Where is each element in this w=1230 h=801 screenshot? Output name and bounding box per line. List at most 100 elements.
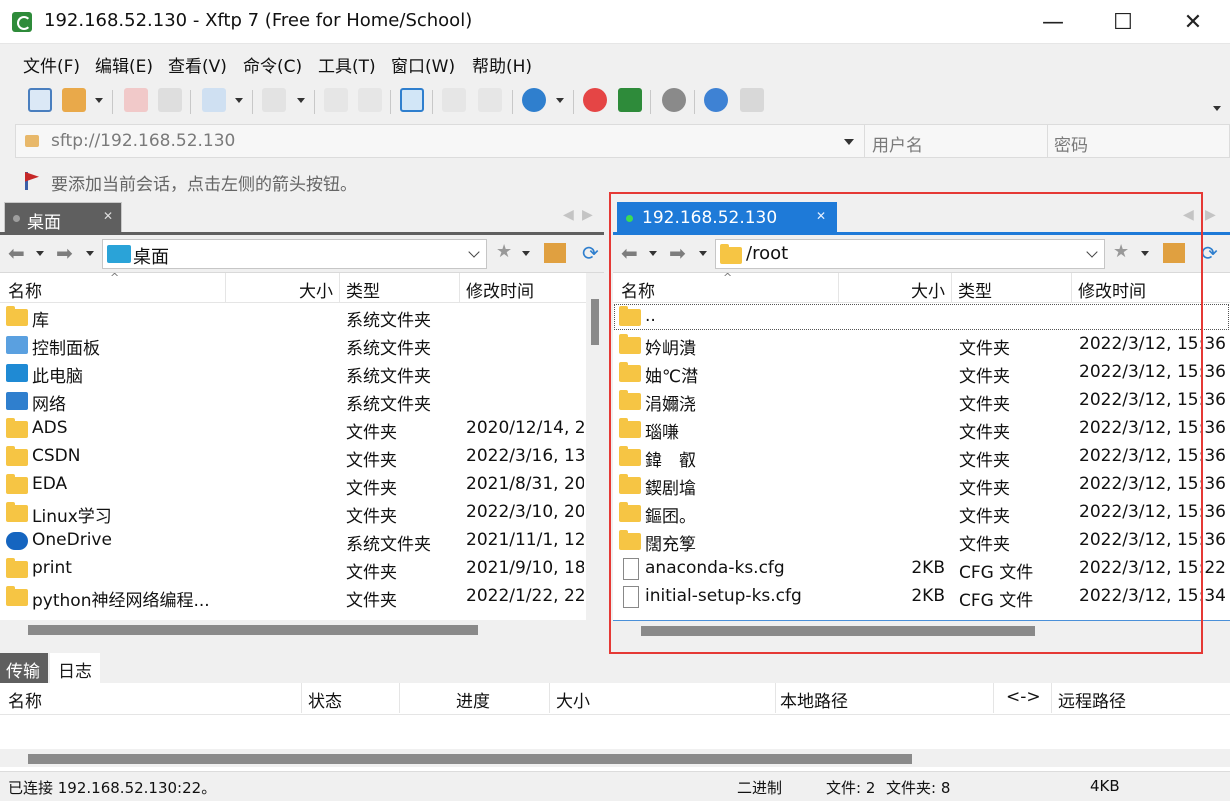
col-type[interactable]: 类型 <box>952 273 1072 303</box>
tab-next-icon[interactable]: ▶ <box>1205 207 1216 223</box>
col-modified[interactable]: 修改时间 <box>1072 273 1230 303</box>
chevron-down-icon[interactable] <box>1086 246 1098 258</box>
chevron-down-icon[interactable] <box>235 98 243 103</box>
local-hscrollbar[interactable] <box>0 620 604 638</box>
local-hscroll-thumb[interactable] <box>28 625 478 635</box>
col-local-path[interactable]: 本地路径 <box>776 683 994 713</box>
col-remote-path[interactable]: 远程路径 <box>1052 683 1230 713</box>
file-row[interactable]: 妗岄潰 文件夹 2022/3/12, 15:36 <box>613 331 1230 359</box>
chevron-down-icon[interactable] <box>86 251 94 256</box>
home-icon[interactable] <box>1163 243 1185 263</box>
xftp-icon[interactable] <box>618 88 642 112</box>
file-row[interactable]: 涓嬭浇 文件夹 2022/3/12, 15:36 <box>613 387 1230 415</box>
new-session-icon[interactable] <box>28 88 52 112</box>
chevron-down-icon[interactable] <box>649 251 657 256</box>
menu-file[interactable]: 文件(F) <box>23 52 80 77</box>
toolbar-overflow-icon[interactable] <box>1213 106 1221 111</box>
menu-tools[interactable]: 工具(T) <box>318 52 376 77</box>
tab-next-icon[interactable]: ▶ <box>582 207 593 223</box>
forward-icon[interactable]: ➡ <box>669 241 686 265</box>
comment-icon[interactable] <box>740 88 764 112</box>
transfer-hscrollbar[interactable] <box>0 749 1230 767</box>
col-size[interactable]: 大小 <box>839 273 952 303</box>
tab-prev-icon[interactable]: ◀ <box>1183 207 1194 223</box>
local-vscroll-thumb[interactable] <box>591 299 599 345</box>
col-direction[interactable]: <-> <box>994 683 1052 713</box>
file-row[interactable]: ADS 文件夹 2020/12/14, 2 <box>0 415 586 443</box>
terminal-icon[interactable] <box>262 88 286 112</box>
gear-icon[interactable] <box>662 88 686 112</box>
file-row[interactable]: 控制面板 系统文件夹 <box>0 331 586 359</box>
col-transfer-status[interactable]: 状态 <box>302 683 400 713</box>
tab-log[interactable]: 日志 <box>50 653 100 683</box>
file-row[interactable]: 瑙嗛 文件夹 2022/3/12, 15:36 <box>613 415 1230 443</box>
menu-command[interactable]: 命令(C) <box>243 52 302 77</box>
remote-hscrollbar[interactable] <box>613 620 1230 638</box>
file-row[interactable]: EDA 文件夹 2021/8/31, 20 <box>0 471 586 499</box>
close-button[interactable]: ✕ <box>1158 0 1228 44</box>
menu-view[interactable]: 查看(V) <box>168 52 227 77</box>
chevron-down-icon[interactable] <box>468 246 480 258</box>
remote-hscroll-thumb[interactable] <box>641 626 1035 636</box>
file-row[interactable]: .. <box>613 303 1230 331</box>
forward-icon[interactable]: ➡ <box>56 241 73 265</box>
refresh-icon[interactable]: ⟳ <box>1201 241 1218 265</box>
chevron-down-icon[interactable] <box>95 98 103 103</box>
tab-close-icon[interactable]: ✕ <box>103 209 113 223</box>
chevron-down-icon[interactable] <box>36 251 44 256</box>
download-icon[interactable] <box>358 88 382 112</box>
back-icon[interactable]: ⬅ <box>8 241 25 265</box>
col-transfer-size[interactable]: 大小 <box>550 683 776 713</box>
file-row[interactable]: OneDrive 系统文件夹 2021/11/1, 12 <box>0 527 586 555</box>
xshell-icon[interactable] <box>583 88 607 112</box>
chevron-down-icon[interactable] <box>297 98 305 103</box>
file-row[interactable]: 鏂囨。 文件夹 2022/3/12, 15:36 <box>613 499 1230 527</box>
file-row[interactable]: 库 系统文件夹 <box>0 303 586 331</box>
col-type[interactable]: 类型 <box>340 273 460 303</box>
chevron-down-icon[interactable] <box>844 139 854 145</box>
sync-icon[interactable] <box>400 88 424 112</box>
refresh-icon[interactable]: ⟳ <box>582 241 599 265</box>
menu-help[interactable]: 帮助(H) <box>472 52 532 77</box>
chevron-down-icon[interactable] <box>556 98 564 103</box>
file-row[interactable]: 妯℃澘 文件夹 2022/3/12, 15:36 <box>613 359 1230 387</box>
file-row[interactable]: initial-setup-ks.cfg 2KB CFG 文件 2022/3/12, … <box>613 583 1230 611</box>
paste-icon[interactable] <box>478 88 502 112</box>
chevron-down-icon[interactable] <box>699 251 707 256</box>
star-icon[interactable]: ★ <box>1113 241 1129 262</box>
file-row[interactable]: python神经网络编程... 文件夹 2022/1/22, 22 <box>0 583 586 611</box>
col-transfer-name[interactable]: 名称 <box>0 683 302 713</box>
tab-local-desktop[interactable]: 桌面 ✕ <box>4 202 122 234</box>
remote-path-input[interactable]: /root <box>715 239 1105 269</box>
col-name[interactable]: 名称 ^ <box>613 271 839 303</box>
local-path-input[interactable]: 桌面 <box>102 239 487 269</box>
username-field[interactable]: 用户名 <box>864 125 1047 157</box>
col-transfer-progress[interactable]: 进度 <box>400 683 550 713</box>
tab-close-icon[interactable]: ✕ <box>816 209 826 223</box>
local-vscrollbar[interactable] <box>586 273 604 620</box>
maximize-button[interactable]: ☐ <box>1088 0 1158 44</box>
copy-icon[interactable] <box>442 88 466 112</box>
chevron-down-icon[interactable] <box>522 251 530 256</box>
file-row[interactable]: 闊充箰 文件夹 2022/3/12, 15:36 <box>613 527 1230 555</box>
file-row[interactable]: Linux学习 文件夹 2022/3/10, 20 <box>0 499 586 527</box>
chevron-down-icon[interactable] <box>1141 251 1149 256</box>
new-folder-icon[interactable] <box>202 88 226 112</box>
tab-prev-icon[interactable]: ◀ <box>563 207 574 223</box>
back-icon[interactable]: ⬅ <box>621 241 638 265</box>
file-row[interactable]: 网络 系统文件夹 <box>0 387 586 415</box>
tab-transfer[interactable]: 传输 <box>0 653 48 683</box>
address-input[interactable]: sftp://192.168.52.130 <box>51 131 235 151</box>
menu-window[interactable]: 窗口(W) <box>391 52 455 77</box>
col-name[interactable]: 名称 ^ <box>0 271 226 303</box>
file-row[interactable]: 鍥剧墖 文件夹 2022/3/12, 15:36 <box>613 471 1230 499</box>
minimize-button[interactable]: — <box>1018 0 1088 44</box>
help-icon[interactable] <box>704 88 728 112</box>
star-icon[interactable]: ★ <box>496 241 512 262</box>
menu-edit[interactable]: 编辑(E) <box>95 52 153 77</box>
col-size[interactable]: 大小 <box>226 273 340 303</box>
open-folder-icon[interactable] <box>62 88 86 112</box>
upload-icon[interactable] <box>324 88 348 112</box>
col-modified[interactable]: 修改时间 <box>460 273 586 303</box>
file-row[interactable]: anaconda-ks.cfg 2KB CFG 文件 2022/3/12, 15:22 <box>613 555 1230 583</box>
